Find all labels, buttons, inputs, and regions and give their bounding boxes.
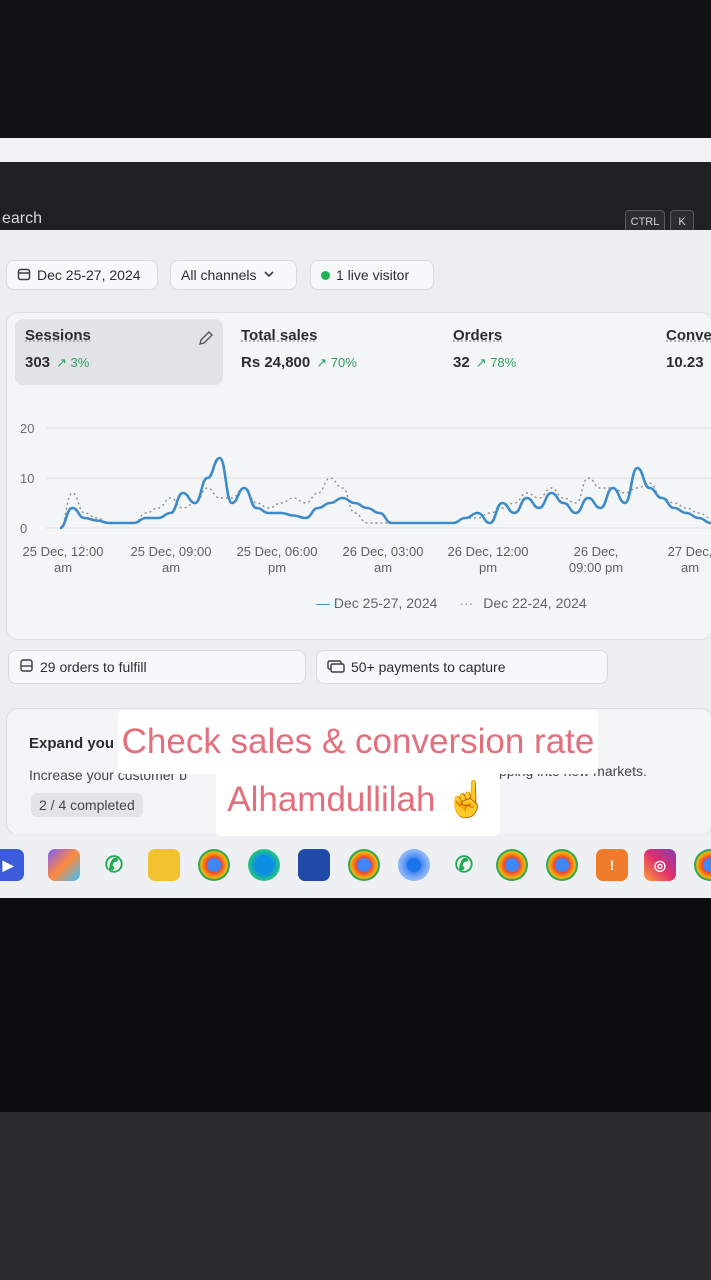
live-visitor-button[interactable]: 1 live visitor xyxy=(310,260,434,290)
edit-pencil-icon[interactable] xyxy=(197,329,215,352)
orders-to-fulfill-label: 29 orders to fulfill xyxy=(40,659,147,675)
x-tick-label: 25 Dec, 09:00 xyxy=(131,544,212,559)
legend-series-current: Dec 25-27, 2024 xyxy=(333,595,438,611)
edge-app-icon[interactable] xyxy=(248,849,280,881)
whatsapp-app-icon[interactable]: ✆ xyxy=(98,849,130,881)
search-input[interactable]: earch xyxy=(2,210,42,228)
laptop-top-bezel xyxy=(0,0,711,138)
metric-orders[interactable]: Orders 32 ↗ 78% xyxy=(453,327,516,372)
legend-dotted-line: ··· xyxy=(459,595,474,611)
metric-title: Conve xyxy=(666,327,711,344)
metric-title: Total sales xyxy=(241,327,318,344)
copilot-app-icon[interactable] xyxy=(48,849,80,881)
x-tick-label: pm xyxy=(268,560,286,575)
x-tick-label: am xyxy=(374,560,392,575)
metric-delta: ↗ 78% xyxy=(475,355,517,370)
x-tick-label: 26 Dec, xyxy=(574,544,619,559)
x-tick-label: 26 Dec, 12:00 xyxy=(448,544,529,559)
orders-to-fulfill-button[interactable]: 29 orders to fulfill xyxy=(8,650,306,684)
x-tick-label: pm xyxy=(479,560,497,575)
metric-conversion[interactable]: Conve 10.23 xyxy=(666,327,711,372)
metric-total-sales[interactable]: Total sales Rs 24,800 ↗ 70% xyxy=(241,327,357,372)
metric-delta: ↗ 3% xyxy=(56,355,90,370)
live-status-dot xyxy=(321,270,330,280)
legend-solid-line: — xyxy=(316,595,330,611)
orders-box-icon xyxy=(19,658,34,676)
x-tick-label: 27 Dec, xyxy=(668,544,711,559)
store-app-icon[interactable] xyxy=(298,849,330,881)
story-bottom-bar xyxy=(0,1112,711,1280)
x-tick-label: 26 Dec, 03:00 xyxy=(343,544,424,559)
metric-delta: ↗ 70% xyxy=(316,355,357,370)
story-caption-line1: Check sales & conversion rate xyxy=(118,710,598,774)
current-period-line xyxy=(59,456,711,530)
metric-title: Sessions xyxy=(25,327,91,344)
browser-top-strip xyxy=(0,138,711,162)
chrome-profile-icon[interactable] xyxy=(546,849,578,881)
chrome-app-icon[interactable] xyxy=(198,849,230,881)
chevron-down-icon xyxy=(263,267,275,283)
windows-taskbar: ▶ ✆ ✆ ! ◎ xyxy=(0,833,711,898)
feedback-app-icon[interactable]: ! xyxy=(596,849,628,881)
y-tick-label: 20 xyxy=(20,421,34,436)
date-range-label: Dec 25-27, 2024 xyxy=(37,267,141,283)
zoom-app-icon[interactable]: ▶ xyxy=(0,849,24,881)
chart-legend: — Dec 25-27, 2024 ··· Dec 22-24, 2024 xyxy=(316,595,587,611)
channels-label: All channels xyxy=(181,267,257,283)
metric-value: 10.23 xyxy=(666,354,704,371)
chrome-profile-icon[interactable] xyxy=(398,849,430,881)
x-tick-label: 25 Dec, 06:00 xyxy=(237,544,318,559)
y-tick-label: 0 xyxy=(20,521,27,536)
chrome-profile-icon[interactable] xyxy=(496,849,528,881)
setup-guide-title: Expand you xyxy=(29,735,115,752)
instagram-app-icon[interactable]: ◎ xyxy=(644,849,676,881)
x-tick-label: am xyxy=(162,560,180,575)
x-tick-label: am xyxy=(681,560,699,575)
metric-title: Orders xyxy=(453,327,503,344)
file-explorer-icon[interactable] xyxy=(148,849,180,881)
date-range-button[interactable]: Dec 25-27, 2024 xyxy=(6,260,158,290)
x-tick-label: 09:00 pm xyxy=(569,560,623,575)
chrome-profile-icon[interactable] xyxy=(694,849,711,881)
story-caption-line2: Alhamdullilah ☝️ xyxy=(216,766,500,836)
chrome-profile-icon[interactable] xyxy=(348,849,380,881)
previous-period-line xyxy=(59,477,711,529)
payments-to-capture-label: 50+ payments to capture xyxy=(351,659,506,675)
x-tick-label: 25 Dec, 12:00 xyxy=(23,544,104,559)
y-tick-label: 10 xyxy=(20,471,34,486)
payments-to-capture-button[interactable]: 50+ payments to capture xyxy=(316,650,608,684)
legend-series-previous: Dec 22-24, 2024 xyxy=(483,595,587,611)
metric-value: 32 xyxy=(453,354,470,371)
calendar-icon xyxy=(17,267,31,284)
x-tick-label: am xyxy=(54,560,72,575)
live-visitor-label: 1 live visitor xyxy=(336,267,410,283)
metric-value: Rs 24,800 xyxy=(241,354,311,371)
admin-top-bar: earch CTRL K xyxy=(0,162,711,234)
channels-dropdown[interactable]: All channels xyxy=(170,260,297,290)
whatsapp-app-icon[interactable]: ✆ xyxy=(448,849,480,881)
payments-icon xyxy=(327,659,345,676)
setup-progress-badge: 2 / 4 completed xyxy=(31,793,143,817)
metric-sessions: Sessions 303 ↗ 3% xyxy=(25,327,91,372)
metric-value: 303 xyxy=(25,354,51,371)
